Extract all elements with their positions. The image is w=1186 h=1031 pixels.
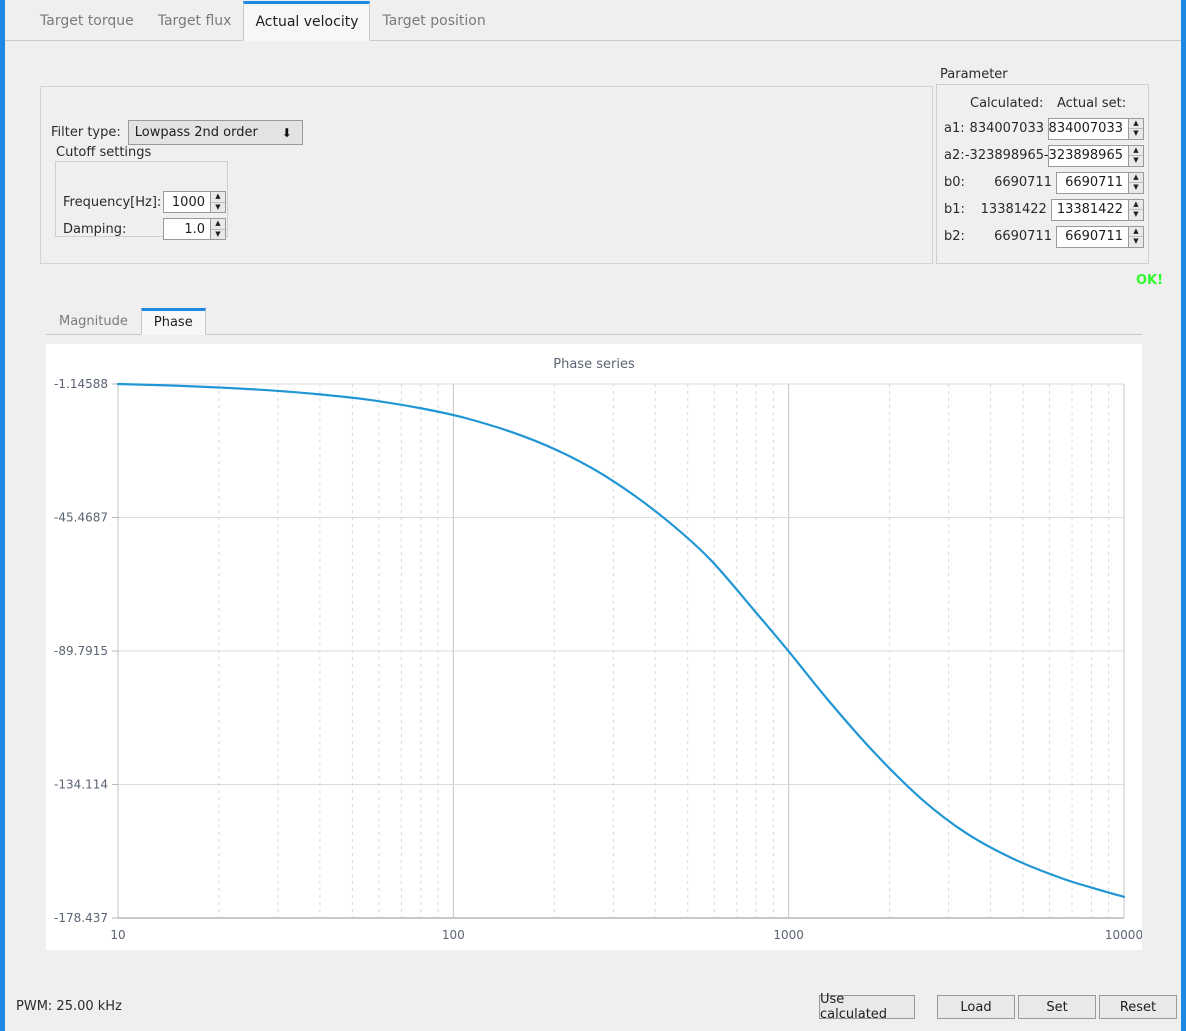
spin-up-icon[interactable]: ▲ [1129, 200, 1143, 210]
param-row-b2: b2: 6690711 6690711 ▲ ▼ [944, 225, 1144, 248]
cutoff-settings-title: Cutoff settings [53, 145, 155, 160]
svg-text:10000: 10000 [1105, 928, 1142, 942]
left-accent-strip [0, 0, 5, 1031]
filter-type-label: Filter type: [51, 125, 121, 140]
tab-actual-velocity[interactable]: Actual velocity [243, 1, 371, 41]
svg-text:-178.437: -178.437 [54, 911, 108, 925]
param-actual-a1: 834007033 [1048, 121, 1123, 136]
svg-text:-1.14588: -1.14588 [54, 377, 108, 391]
damping-value: 1.0 [184, 221, 205, 237]
filter-type-select[interactable]: Lowpass 2nd order ⬇ [127, 120, 303, 145]
param-row-b0: b0: 6690711 6690711 ▲ ▼ [944, 171, 1144, 194]
spin-down-icon[interactable]: ▼ [1129, 129, 1143, 139]
phase-plot: -1.14588 -45.4687 -89.7915 -134.114 -178.437… [54, 377, 1142, 942]
param-actual-a2: -323898965 [1043, 148, 1123, 163]
param-spin-buttons-a2[interactable]: ▲ ▼ [1128, 145, 1143, 166]
use-calculated-button[interactable]: Use calculated [819, 992, 915, 1022]
status-badge: OK! [1136, 273, 1164, 288]
reset-button[interactable]: Reset [1099, 995, 1177, 1019]
filter-settings-panel: Filter type: Lowpass 2nd order ⬇ Cutoff … [40, 86, 933, 264]
chevron-down-icon: ⬇ [281, 125, 292, 140]
damping-spin-buttons[interactable]: ▲ ▼ [210, 219, 225, 239]
svg-text:100: 100 [442, 928, 465, 942]
frequency-value: 1000 [171, 194, 205, 210]
frequency-row: Frequency[Hz]: 1000 ▲ ▼ [63, 191, 226, 213]
param-stepper-b2[interactable]: 6690711 ▲ ▼ [1055, 225, 1144, 248]
param-calculated-b0: 6690711 [994, 175, 1052, 190]
param-actual-b1: 13381422 [1056, 202, 1123, 217]
param-row-a1: a1: 834007033 834007033 ▲ ▼ [944, 117, 1144, 140]
filter-type-row: Filter type: Lowpass 2nd order ⬇ [51, 120, 303, 145]
param-label-b0: b0: [944, 175, 965, 190]
param-calculated-a2: -323898965 [964, 148, 1044, 163]
load-button[interactable]: Load [937, 995, 1015, 1019]
param-spin-buttons-b1[interactable]: ▲ ▼ [1128, 199, 1143, 220]
param-spin-buttons-a1[interactable]: ▲ ▼ [1128, 118, 1143, 139]
param-row-a2: a2: -323898965 -323898965 ▲ ▼ [944, 144, 1144, 167]
param-stepper-a1[interactable]: 834007033 ▲ ▼ [1048, 117, 1144, 140]
spin-up-icon[interactable]: ▲ [211, 192, 225, 203]
spin-down-icon[interactable]: ▼ [1129, 156, 1143, 166]
tab-target-flux[interactable]: Target flux [146, 1, 244, 41]
spin-down-icon[interactable]: ▼ [211, 230, 225, 240]
param-calculated-b1: 13381422 [980, 202, 1047, 217]
main-tab-bar: Target torque Target flux Actual velocit… [5, 0, 1181, 41]
svg-text:1000: 1000 [773, 928, 804, 942]
filter-type-value: Lowpass 2nd order [134, 125, 258, 140]
col-header-actual-set: Actual set: [1057, 96, 1127, 111]
param-row-b1: b1: 13381422 13381422 ▲ ▼ [944, 198, 1144, 221]
param-label-a2: a2: [944, 148, 965, 163]
param-spin-buttons-b2[interactable]: ▲ ▼ [1128, 226, 1143, 247]
damping-label: Damping: [63, 221, 127, 237]
spin-down-icon[interactable]: ▼ [211, 203, 225, 213]
frequency-spin-buttons[interactable]: ▲ ▼ [210, 192, 225, 212]
parameter-panel-title: Parameter [940, 67, 1008, 82]
col-header-calculated: Calculated: [970, 96, 1044, 111]
spin-up-icon[interactable]: ▲ [1129, 119, 1143, 129]
param-calculated-b2: 6690711 [994, 229, 1052, 244]
tab-target-position[interactable]: Target position [370, 1, 497, 41]
chart-tab-bar: Magnitude Phase [46, 307, 1142, 335]
tab-phase[interactable]: Phase [140, 308, 206, 335]
set-button[interactable]: Set [1018, 995, 1096, 1019]
param-stepper-b1[interactable]: 13381422 ▲ ▼ [1050, 198, 1144, 221]
spin-up-icon[interactable]: ▲ [1129, 146, 1143, 156]
param-actual-b0: 6690711 [1065, 175, 1123, 190]
spin-down-icon[interactable]: ▼ [1129, 237, 1143, 247]
param-label-a1: a1: [944, 121, 965, 136]
spin-down-icon[interactable]: ▼ [1129, 183, 1143, 193]
spin-up-icon[interactable]: ▲ [1129, 227, 1143, 237]
param-calculated-a1: 834007033 [969, 121, 1044, 136]
svg-text:10: 10 [110, 928, 125, 942]
frequency-label: Frequency[Hz]: [63, 194, 162, 210]
svg-text:-134.114: -134.114 [54, 777, 108, 791]
param-label-b1: b1: [944, 202, 965, 217]
param-actual-b2: 6690711 [1065, 229, 1123, 244]
phase-chart-panel: Phase series -1.14588 -45.4687 -89.7915 -13… [46, 344, 1142, 950]
right-accent-strip [1181, 0, 1186, 1031]
param-stepper-b0[interactable]: 6690711 ▲ ▼ [1055, 171, 1144, 194]
spin-down-icon[interactable]: ▼ [1129, 210, 1143, 220]
damping-stepper[interactable]: 1.0 ▲ ▼ [163, 218, 226, 240]
spin-up-icon[interactable]: ▲ [211, 219, 225, 230]
pwm-status: PWM: 25.00 kHz [16, 999, 122, 1014]
frequency-stepper[interactable]: 1000 ▲ ▼ [163, 191, 226, 213]
spin-up-icon[interactable]: ▲ [1129, 173, 1143, 183]
svg-text:-89.7915: -89.7915 [54, 644, 108, 658]
damping-row: Damping: 1.0 ▲ ▼ [63, 218, 226, 240]
svg-text:-45.4687: -45.4687 [54, 511, 108, 525]
param-spin-buttons-b0[interactable]: ▲ ▼ [1128, 172, 1143, 193]
param-stepper-a2[interactable]: -323898965 ▲ ▼ [1043, 144, 1144, 167]
tab-magnitude[interactable]: Magnitude [46, 308, 141, 335]
param-label-b2: b2: [944, 229, 965, 244]
tab-target-torque[interactable]: Target torque [28, 1, 146, 41]
